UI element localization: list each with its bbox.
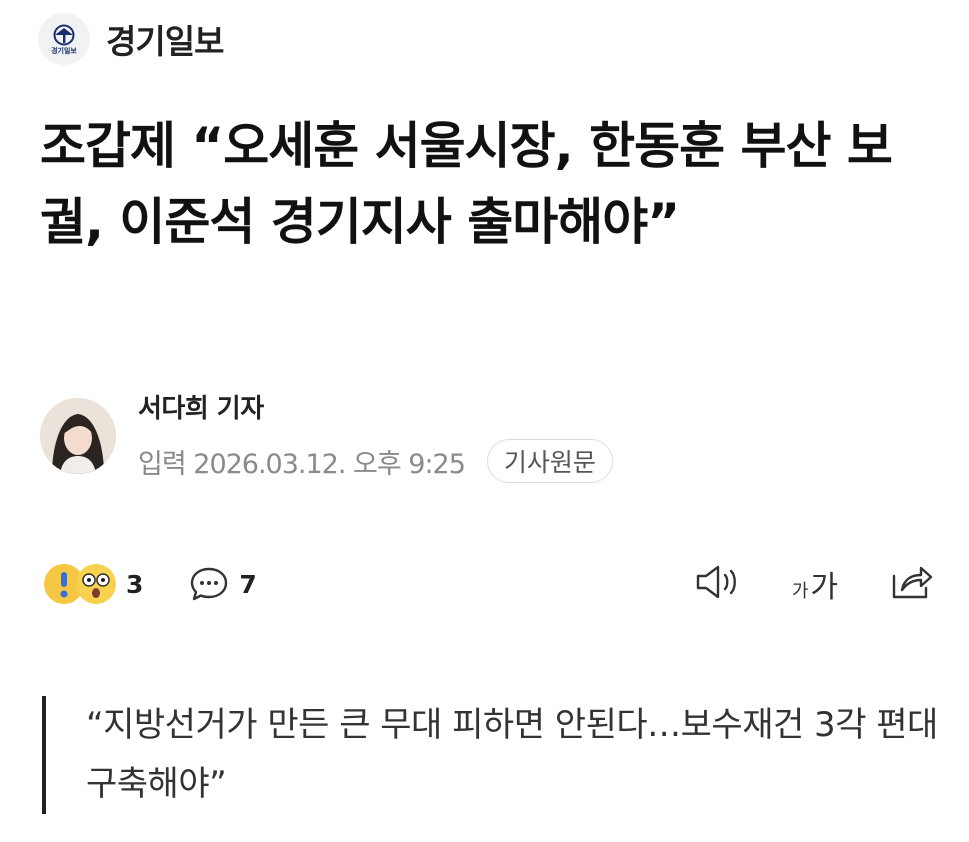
published-date: 입력 2026.03.12. 오후 9:25 [138, 448, 466, 480]
publisher-logo[interactable]: 경기일보 [38, 13, 90, 65]
share-icon [892, 566, 933, 599]
reaction-count: 3 [126, 569, 144, 599]
article-action-bar: 3 7 가가 [44, 556, 934, 612]
publisher-logo-icon [53, 24, 75, 45]
byline: 서다희 기자 입력 2026.03.12. 오후 9:25 기사원문 [40, 388, 613, 483]
share-button[interactable] [888, 562, 934, 606]
font-size-large-label: 가 [810, 570, 838, 605]
reporter-avatar[interactable] [40, 397, 116, 474]
font-size-small-label: 가 [791, 581, 809, 602]
article-headline: 조갑제 “오세훈 서울시장, 한동훈 부산 보궐, 이준석 경기지사 출마해야” [40, 117, 893, 251]
speaker-button[interactable] [694, 562, 742, 606]
publisher-header[interactable]: 경기일보 경기일보 [38, 12, 224, 66]
publisher-logo-text: 경기일보 [51, 46, 77, 55]
article-subtitle: “지방선거가 만든 큰 무대 피하면 안된다…보수재건 3각 편대 구축해야” [42, 696, 946, 814]
reaction-shocked-icon [76, 564, 116, 604]
publisher-name[interactable]: 경기일보 [106, 15, 224, 63]
speaker-icon [696, 565, 736, 599]
original-article-button[interactable]: 기사원문 [486, 439, 613, 483]
reaction-button[interactable]: 3 [44, 564, 143, 604]
comment-button[interactable]: 7 [189, 565, 257, 603]
reporter-name[interactable]: 서다희 기자 [138, 388, 613, 425]
comment-count: 7 [239, 569, 257, 599]
font-size-button[interactable]: 가가 [792, 562, 838, 606]
comment-icon [191, 567, 228, 601]
